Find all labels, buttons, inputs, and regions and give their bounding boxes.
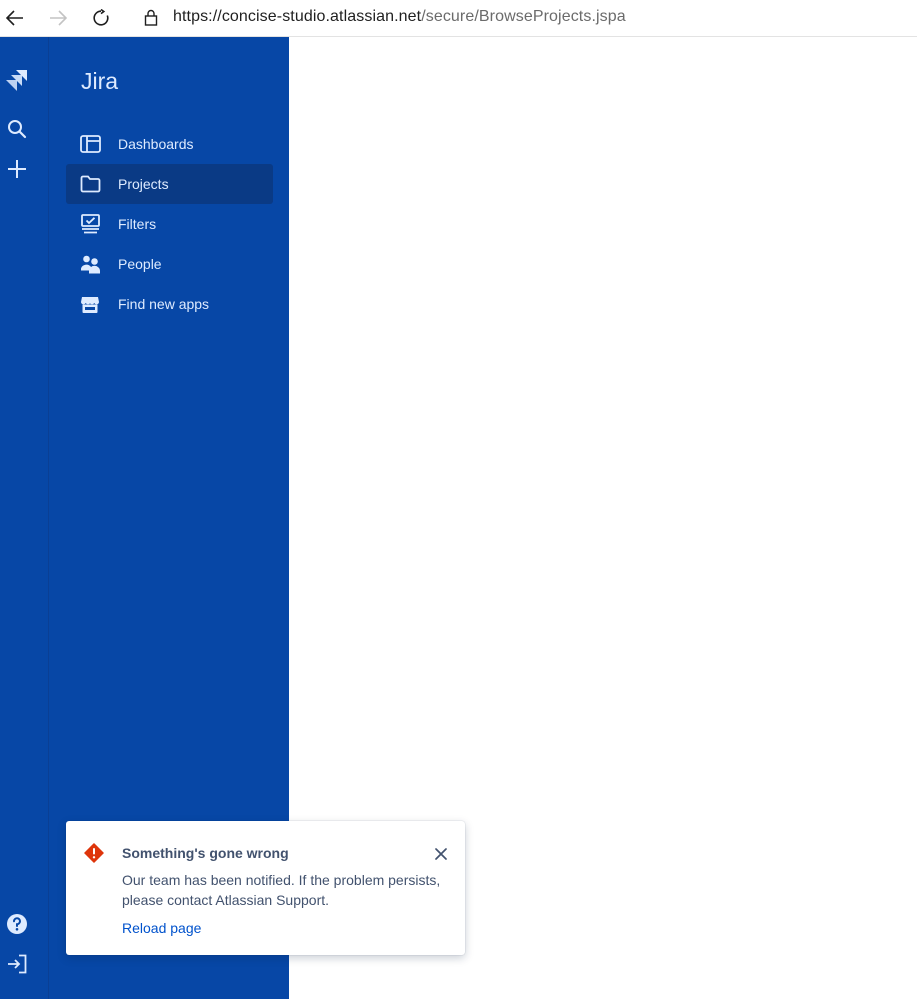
- filter-icon: [79, 213, 101, 235]
- close-icon[interactable]: [432, 845, 450, 863]
- sidebar-item-label: Filters: [118, 216, 157, 232]
- dashboard-icon: [79, 133, 101, 155]
- sidebar-item-projects[interactable]: Projects: [66, 164, 273, 204]
- lock-icon: [144, 9, 158, 31]
- sidebar-item-dashboards[interactable]: Dashboards: [66, 124, 273, 164]
- reload-page-link[interactable]: Reload page: [122, 920, 201, 936]
- people-icon: [79, 253, 101, 275]
- sidebar-item-label: Find new apps: [118, 296, 210, 312]
- flag-description: Our team has been notified. If the probl…: [122, 872, 441, 908]
- flag-title: Something's gone wrong: [122, 845, 289, 861]
- search-icon[interactable]: [4, 116, 30, 142]
- forward-arrow-icon[interactable]: [45, 5, 71, 31]
- url-text: https://concise-studio.atlassian.net/sec…: [173, 8, 626, 26]
- error-icon: [84, 843, 104, 868]
- marketplace-icon: [79, 293, 101, 315]
- global-navigation: [0, 37, 48, 999]
- address-bar[interactable]: https://concise-studio.atlassian.net/sec…: [130, 2, 917, 33]
- url-path: /secure/BrowseProjects.jspa: [421, 8, 626, 25]
- refresh-icon[interactable]: [88, 5, 114, 31]
- sidebar-item-label: Dashboards: [118, 136, 194, 152]
- product-title: Jira: [81, 68, 119, 94]
- jira-logo-icon[interactable]: [4, 67, 30, 93]
- sidebar-item-find-new-apps[interactable]: Find new apps: [66, 284, 273, 324]
- sidebar-item-label: Projects: [118, 176, 169, 192]
- sidebar-item-people[interactable]: People: [66, 244, 273, 284]
- browser-toolbar: https://concise-studio.atlassian.net/sec…: [0, 0, 917, 37]
- sign-out-icon[interactable]: [4, 951, 30, 977]
- sidebar-item-filters[interactable]: Filters: [66, 204, 273, 244]
- sidebar-item-label: People: [118, 256, 162, 272]
- folder-icon: [79, 173, 101, 195]
- error-flag: Something's gone wrong Our team has been…: [66, 821, 465, 955]
- url-host: https://concise-studio.atlassian.net: [173, 8, 422, 25]
- plus-icon[interactable]: [4, 156, 30, 182]
- back-arrow-icon[interactable]: [2, 5, 28, 31]
- help-icon[interactable]: [4, 911, 30, 937]
